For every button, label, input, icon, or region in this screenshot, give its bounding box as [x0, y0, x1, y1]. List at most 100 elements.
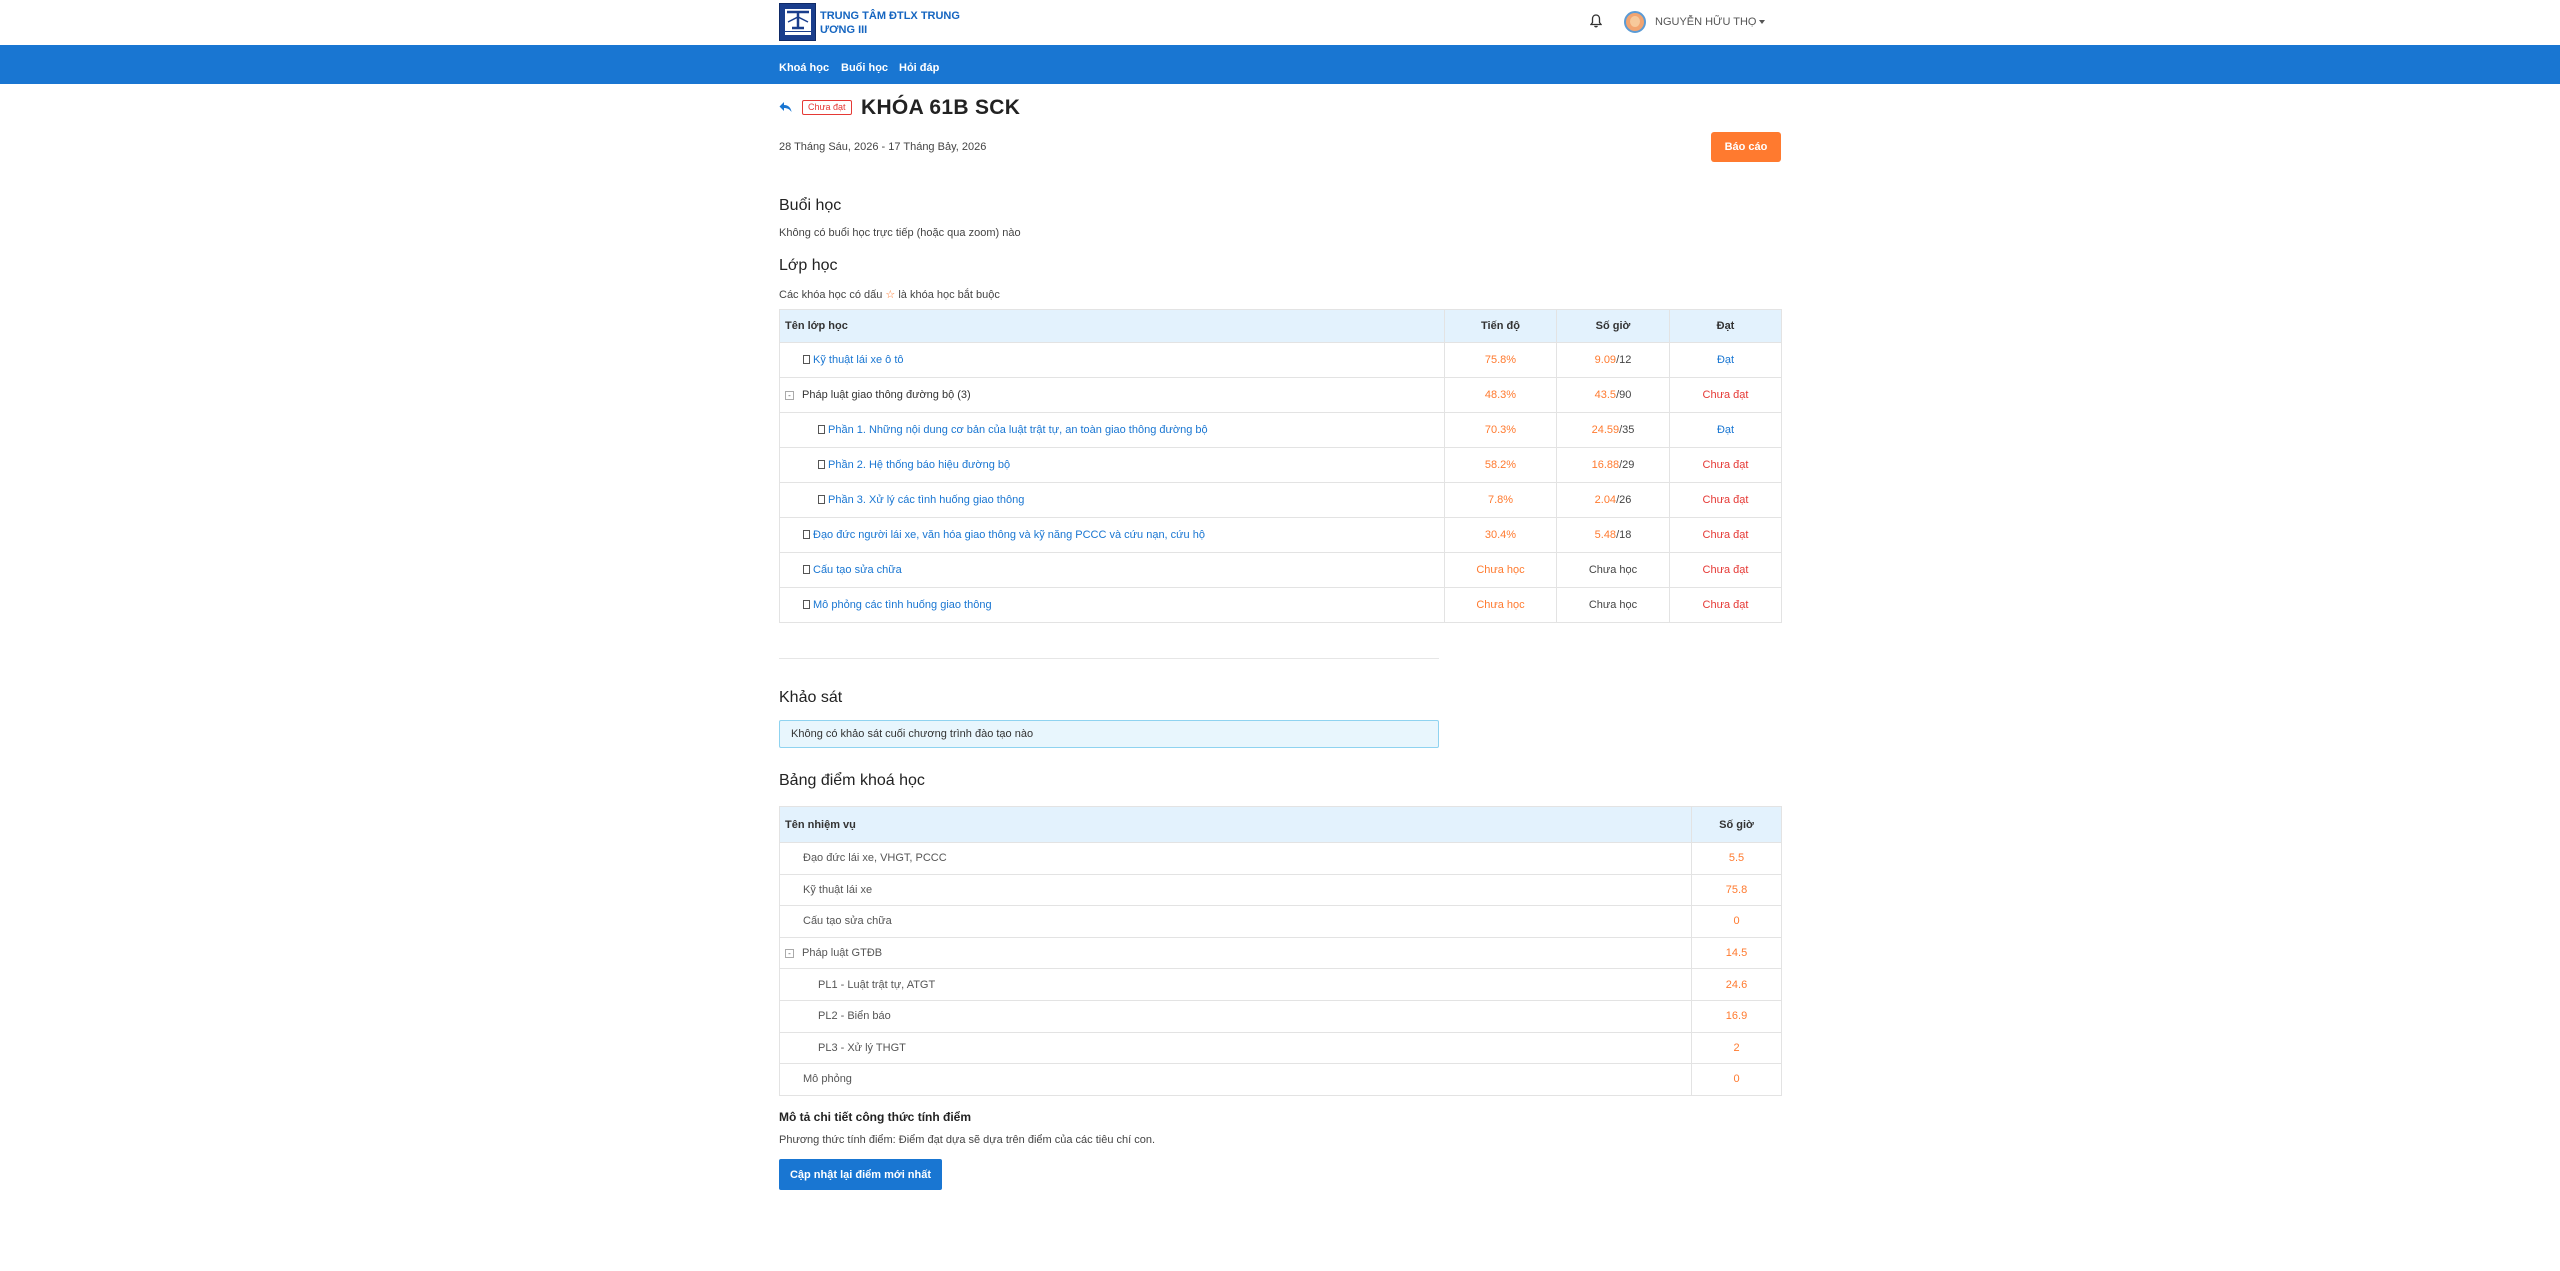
document-icon	[803, 600, 810, 609]
table-row: PL1 - Luật trật tự, ATGT 24.6	[779, 968, 1782, 1001]
hours-value: 43.5/90	[1556, 377, 1670, 413]
hours-done: 2.04	[1594, 494, 1617, 506]
col-progress: Tiến độ	[1444, 309, 1557, 343]
class-group-count: (3)	[957, 389, 971, 401]
scores-table: Tên nhiệm vụ Số giờ Đạo đức lái xe, VHGT…	[779, 806, 1782, 1096]
report-button[interactable]: Báo cáo	[1711, 132, 1781, 162]
table-row: Cấu tạo sửa chữa 0	[779, 905, 1782, 938]
table-row: PL3 - Xử lý THGT 2	[779, 1031, 1782, 1065]
document-icon	[803, 565, 810, 574]
task-name: Kỹ thuật lái xe	[779, 873, 1692, 907]
nav-courses[interactable]: Khoá học	[779, 62, 829, 74]
avatar[interactable]	[1624, 11, 1646, 33]
task-name: PL1 - Luật trật tự, ATGT	[779, 968, 1692, 1001]
progress-value: 75.8%	[1444, 342, 1557, 378]
hours-value: 9.09/12	[1556, 342, 1670, 378]
pass-status: Chưa đạt	[1669, 447, 1782, 483]
back-arrow-icon[interactable]	[779, 101, 792, 113]
hours-total: /90	[1616, 389, 1632, 401]
nav-sessions[interactable]: Buổi học	[841, 62, 888, 74]
task-score: 16.9	[1691, 999, 1782, 1033]
table-row: Kỹ thuật lái xe ô tô 75.8% 9.09/12 Đạt	[779, 342, 1782, 378]
course-date-range: 28 Tháng Sáu, 2026 - 17 Tháng Bảy, 2026	[779, 141, 987, 153]
hours-total: /12	[1616, 354, 1632, 366]
hours-value: Chưa học	[1556, 587, 1670, 623]
hours-value: Chưa học	[1556, 552, 1670, 588]
hours-done: 5.48	[1594, 529, 1617, 541]
page-title: KHÓA 61B SCK	[861, 96, 1021, 119]
table-row: PL2 - Biển báo 16.9	[779, 999, 1782, 1033]
table-row: - Pháp luật GTĐB 14.5	[779, 936, 1782, 970]
pass-status: Đạt	[1669, 342, 1782, 378]
hours-done: 24.59	[1591, 424, 1620, 436]
hours-value: 24.59/35	[1556, 412, 1670, 448]
update-scores-button[interactable]: Cập nhật lại điểm mới nhất	[779, 1159, 942, 1190]
formula-title: Mô tả chi tiết công thức tính điểm	[779, 1110, 972, 1124]
caret-down-icon	[1759, 20, 1766, 25]
top-header: TRUNG TÂM ĐTLX TRUNG ƯƠNG III NGUYỄN HỮU…	[0, 0, 2560, 45]
table-row: Phần 1. Những nội dung cơ bản của luật t…	[779, 412, 1782, 448]
classes-note: Các khóa học có dấu ☆ là khóa học bắt bu…	[779, 288, 1000, 301]
hours-value: 5.48/18	[1556, 517, 1670, 553]
task-name: Cấu tạo sửa chữa	[779, 905, 1692, 938]
table-header-row: Tên lớp học Tiến độ Số giờ Đạt	[779, 309, 1782, 343]
hours-done: 9.09	[1594, 354, 1617, 366]
task-name: Đạo đức lái xe, VHGT, PCCC	[779, 842, 1692, 875]
task-name: PL2 - Biển báo	[779, 999, 1692, 1033]
nav-qa[interactable]: Hỏi đáp	[899, 62, 939, 74]
task-score: 5.5	[1691, 842, 1782, 875]
bell-icon[interactable]	[1590, 14, 1602, 28]
pass-status: Chưa đạt	[1669, 482, 1782, 518]
class-link[interactable]: Mô phỏng các tình huống giao thông	[813, 599, 992, 611]
class-link[interactable]: Kỹ thuật lái xe ô tô	[813, 354, 904, 366]
collapse-toggle-icon[interactable]: -	[785, 391, 794, 400]
task-score: 0	[1691, 1063, 1782, 1096]
progress-value: 30.4%	[1444, 517, 1557, 553]
pass-status: Chưa đạt	[1669, 552, 1782, 588]
progress-value: Chưa học	[1444, 587, 1557, 623]
progress-value: 70.3%	[1444, 412, 1557, 448]
task-score: 75.8	[1691, 873, 1782, 907]
table-row: Phần 2. Hệ thống báo hiệu đường bộ 58.2%…	[779, 447, 1782, 483]
classes-note-suffix: là khóa học bắt buộc	[895, 289, 1000, 301]
section-divider	[779, 658, 1439, 659]
hours-done: 43.5	[1594, 389, 1617, 401]
class-link[interactable]: Phần 2. Hệ thống báo hiệu đường bộ	[828, 459, 1010, 471]
class-group-name: Pháp luật giao thông đường bộ	[802, 389, 955, 401]
col-hours: Số giờ	[1556, 309, 1670, 343]
progress-value: 48.3%	[1444, 377, 1557, 413]
user-name: NGUYỄN HỮU THỌ	[1655, 16, 1757, 28]
hours-value: 2.04/26	[1556, 482, 1670, 518]
survey-title: Khảo sát	[779, 689, 843, 706]
class-link[interactable]: Phần 1. Những nội dung cơ bản của luật t…	[828, 424, 1208, 436]
pass-status: Đạt	[1669, 412, 1782, 448]
table-row: Cấu tạo sửa chữa Chưa học Chưa học Chưa …	[779, 552, 1782, 588]
pass-status: Chưa đạt	[1669, 587, 1782, 623]
brand-name[interactable]: TRUNG TÂM ĐTLX TRUNG ƯƠNG III	[820, 9, 970, 37]
task-name: Pháp luật GTĐB	[802, 947, 883, 960]
task-name: Mô phỏng	[779, 1063, 1692, 1096]
collapse-toggle-icon[interactable]: -	[785, 949, 794, 959]
col-pass: Đạt	[1669, 309, 1782, 343]
task-score: 14.5	[1691, 936, 1782, 970]
class-link[interactable]: Phần 3. Xử lý các tình huống giao thông	[828, 494, 1024, 506]
sessions-title: Buổi học	[779, 197, 842, 214]
class-link[interactable]: Cấu tạo sửa chữa	[813, 564, 902, 576]
class-link[interactable]: Đạo đức người lái xe, văn hóa giao thông…	[813, 529, 1205, 541]
progress-value: 7.8%	[1444, 482, 1557, 518]
document-icon	[803, 530, 810, 539]
classes-note-prefix: Các khóa học có dấu	[779, 289, 886, 301]
table-row: Phần 3. Xử lý các tình huống giao thông …	[779, 482, 1782, 518]
user-menu[interactable]: NGUYỄN HỮU THỌ	[1655, 16, 1766, 28]
progress-value: 58.2%	[1444, 447, 1557, 483]
hours-total: /18	[1616, 529, 1632, 541]
document-icon	[803, 355, 810, 364]
task-score: 0	[1691, 905, 1782, 938]
progress-value: Chưa học	[1444, 552, 1557, 588]
table-row: Mô phỏng các tình huống giao thông Chưa …	[779, 587, 1782, 623]
document-icon	[818, 460, 825, 469]
hours-total: /26	[1616, 494, 1632, 506]
main-nav: Khoá học Buổi học Hỏi đáp	[0, 45, 2560, 84]
brand-logo[interactable]	[779, 3, 816, 41]
hours-value: 16.88/29	[1556, 447, 1670, 483]
